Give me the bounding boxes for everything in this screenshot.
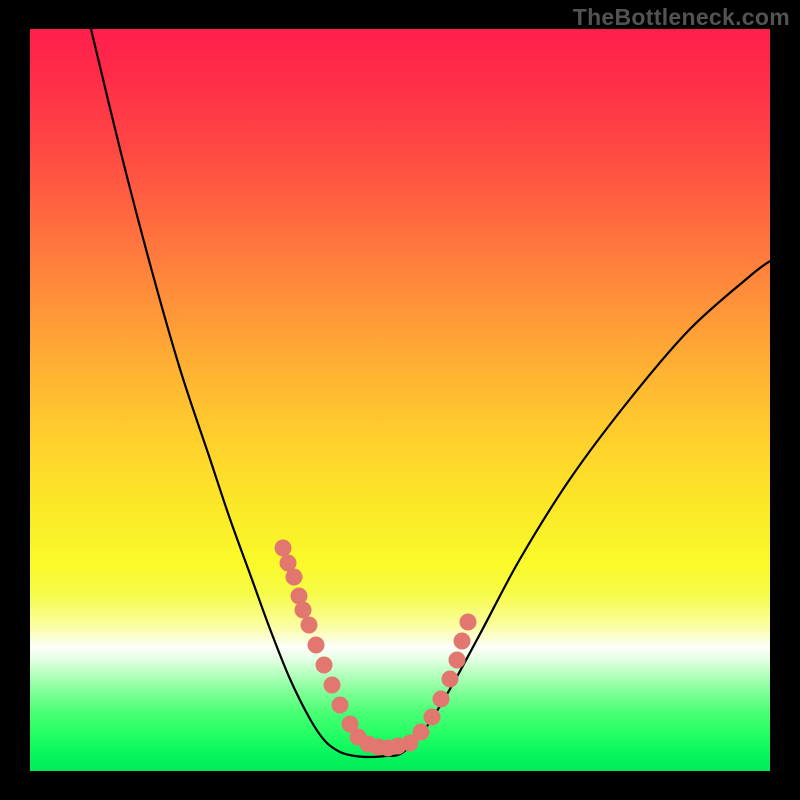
dot	[454, 633, 471, 650]
watermark-text: TheBottleneck.com	[573, 4, 790, 31]
dot	[308, 637, 325, 654]
dot	[295, 602, 312, 619]
dot	[413, 724, 430, 741]
chart-frame: TheBottleneck.com	[0, 0, 800, 800]
dot	[449, 652, 466, 669]
plot-area	[30, 29, 770, 771]
dot	[332, 697, 349, 714]
dot	[324, 677, 341, 694]
highlight-dots	[275, 540, 477, 757]
dot	[301, 617, 318, 634]
bottleneck-curve	[91, 29, 770, 757]
dot	[460, 614, 477, 631]
dot	[433, 691, 450, 708]
dot	[286, 569, 303, 586]
dot	[275, 540, 292, 557]
chart-svg	[30, 29, 770, 771]
dot	[424, 709, 441, 726]
dot	[442, 671, 459, 688]
dot	[316, 657, 333, 674]
